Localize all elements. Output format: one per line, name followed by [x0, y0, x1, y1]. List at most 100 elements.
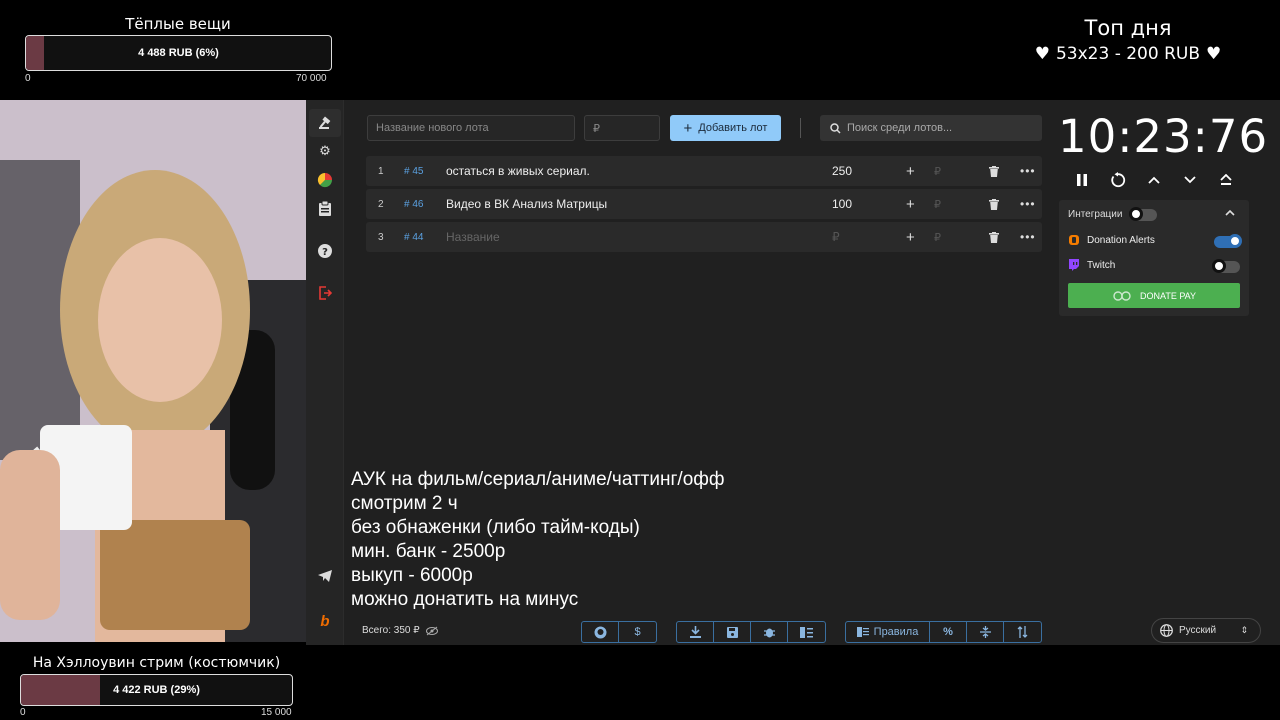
search-placeholder: Поиск среди лотов... [847, 122, 953, 134]
twitch-toggle[interactable] [1212, 259, 1240, 273]
more-options-icon[interactable]: ••• [1020, 222, 1036, 252]
lot-name-input[interactable]: Название [446, 222, 500, 252]
lot-index: 1 [378, 165, 384, 177]
chevron-updown-icon: ⇕ [1240, 625, 1248, 635]
collapse-icon[interactable] [967, 622, 1004, 642]
add-amount-plus-icon[interactable]: + [906, 156, 915, 186]
percent-icon[interactable]: % [930, 622, 967, 642]
lot-row: 3 # 44 Название ₽ + ₽ ••• [366, 222, 1042, 252]
total-label: Всего: 350 ₽ [362, 625, 420, 636]
goal-bottom-bar: 4 422 RUB (29%) [20, 674, 293, 706]
github-icon[interactable] [582, 622, 619, 642]
add-amount-plus-icon[interactable]: + [906, 222, 915, 252]
reset-icon[interactable] [1108, 170, 1128, 190]
goal-top-amount: 4 488 RUB (6%) [138, 47, 219, 59]
sort-icon[interactable] [1004, 622, 1041, 642]
view-actions-group: Правила % [845, 621, 1042, 643]
chevron-down-icon[interactable] [1180, 170, 1200, 190]
lot-index: 2 [378, 198, 384, 210]
add-amount-input[interactable]: ₽ [934, 189, 941, 219]
collapse-chevron-icon[interactable] [1225, 207, 1235, 219]
integration-twitch: Twitch [1068, 259, 1115, 271]
boosty-icon[interactable]: b [314, 610, 336, 632]
search-icon [830, 122, 841, 134]
chevron-up-icon[interactable] [1144, 170, 1164, 190]
trash-icon[interactable] [989, 156, 999, 186]
links-group: $ [581, 621, 657, 643]
settings-gear-icon[interactable]: ⚙ [314, 140, 336, 162]
lot-id[interactable]: # 44 [404, 222, 423, 252]
goal-bottom-min: 0 [20, 707, 26, 718]
wheel-chart-icon[interactable] [314, 169, 336, 191]
lot-id[interactable]: # 45 [404, 156, 423, 186]
trash-icon[interactable] [989, 222, 999, 252]
rules-line: АУК на фильм/сериал/аниме/чаттинг/офф [351, 469, 725, 490]
telegram-icon[interactable] [314, 565, 336, 587]
save-icon[interactable] [714, 622, 751, 642]
integrations-toggle[interactable] [1129, 207, 1157, 221]
rules-line: мин. банк - 2500р [351, 541, 506, 562]
new-lot-amount-input[interactable]: ₽ [584, 115, 660, 141]
donation-alerts-toggle[interactable] [1214, 234, 1242, 248]
goal-top-min: 0 [25, 73, 31, 84]
top-day-line: ♥ 53x23 - 200 RUB ♥ [1030, 44, 1226, 64]
search-input[interactable]: Поиск среди лотов... [820, 115, 1042, 141]
integration-donation-alerts: Donation Alerts [1068, 234, 1155, 246]
auction-app: ⚙ ? b Название нового лота ₽ + Добавить … [306, 100, 1280, 645]
sidebar: ⚙ ? b [306, 100, 344, 645]
add-lot-label: Добавить лот [698, 122, 768, 134]
lot-name-input[interactable]: Видео в ВК Анализ Матрицы [446, 189, 607, 219]
lot-amount[interactable]: ₽ [832, 222, 840, 252]
lot-name-input[interactable]: остаться в живых сериал. [446, 156, 590, 186]
eye-off-icon[interactable] [425, 626, 438, 636]
top-day-text: 53x23 - 200 RUB [1055, 44, 1201, 64]
new-lot-name-input[interactable]: Название нового лота [367, 115, 575, 141]
rules-label: Правила [873, 626, 919, 638]
more-options-icon[interactable]: ••• [1020, 189, 1036, 219]
rules-line: можно донатить на минус [351, 589, 579, 610]
clipboard-history-icon[interactable] [314, 198, 336, 220]
donation-alerts-icon [1069, 235, 1079, 245]
globe-icon [1160, 624, 1173, 637]
total-sum: Всего: 350 ₽ [362, 625, 438, 636]
donatepay-icon [1113, 290, 1131, 301]
add-amount-input[interactable]: ₽ [934, 156, 941, 186]
auction-gavel-icon[interactable] [309, 109, 341, 137]
trash-icon[interactable] [989, 189, 999, 219]
add-amount-plus-icon[interactable]: + [906, 189, 915, 219]
double-up-icon[interactable] [1216, 170, 1236, 190]
goal-top-title: Тёплые вещи [125, 15, 231, 33]
integrations-panel: Интеграции Donation Alerts Twitch DONATE… [1059, 200, 1249, 316]
lot-amount[interactable]: 100 [832, 189, 852, 219]
lot-index: 3 [378, 231, 384, 243]
language-select[interactable]: Русский ⇕ [1151, 618, 1261, 643]
bug-icon[interactable] [751, 622, 788, 642]
goal-bottom-max: 15 000 [261, 707, 292, 718]
donate-dollar-icon[interactable]: $ [619, 622, 656, 642]
help-question-icon[interactable]: ? [314, 240, 336, 262]
download-icon[interactable] [677, 622, 714, 642]
add-amount-input[interactable]: ₽ [934, 222, 941, 252]
pause-icon[interactable] [1072, 170, 1092, 190]
toolbar-divider [800, 118, 801, 138]
webcam-image [0, 100, 306, 642]
twitch-icon [1069, 259, 1079, 271]
plus-icon: + [683, 119, 693, 137]
logout-icon[interactable] [314, 282, 336, 304]
file-actions-group [676, 621, 826, 643]
add-lot-button[interactable]: + Добавить лот [670, 115, 781, 141]
lot-amount[interactable]: 250 [832, 156, 852, 186]
lot-id[interactable]: # 46 [404, 189, 423, 219]
goal-top-bar: 4 488 RUB (6%) [25, 35, 332, 71]
donatepay-label: DONATE PAY [1139, 290, 1196, 301]
rules-line: без обнаженки (либо тайм-коды) [351, 517, 640, 538]
rules-button[interactable]: Правила [846, 622, 930, 642]
timer-display: 10:23:76 [1058, 110, 1269, 163]
more-options-icon[interactable]: ••• [1020, 156, 1036, 186]
donatepay-button[interactable]: DONATE PAY [1068, 283, 1240, 308]
lot-row: 2 # 46 Видео в ВК Анализ Матрицы 100 + ₽ ••• [366, 189, 1042, 219]
import-list-icon[interactable] [788, 622, 825, 642]
integration-label: Donation Alerts [1087, 234, 1155, 246]
rules-text: АУК на фильм/сериал/аниме/чаттинг/офф см… [351, 468, 725, 612]
webcam-feed [0, 100, 306, 642]
